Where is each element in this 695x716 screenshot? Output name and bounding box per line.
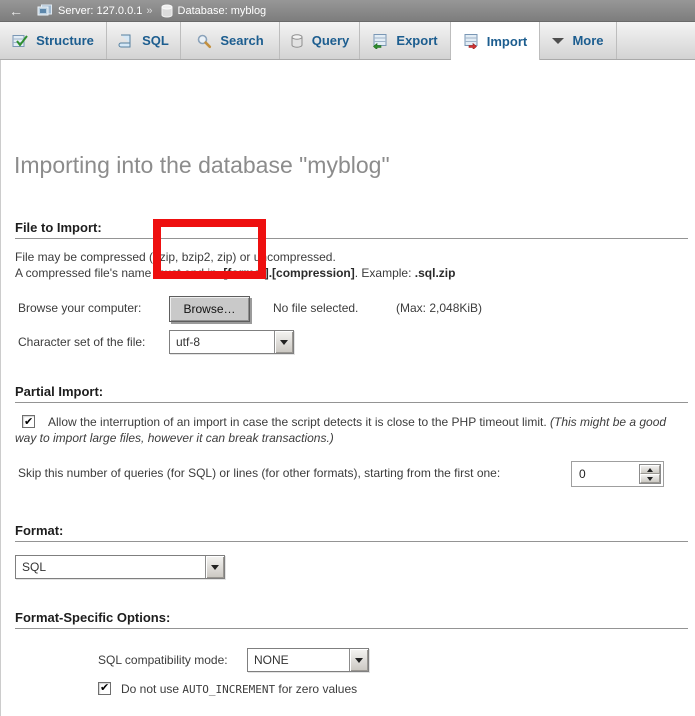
tab-more-label: More bbox=[572, 33, 603, 48]
line2-mid: . Example: bbox=[355, 266, 415, 280]
charset-select[interactable]: utf-8 bbox=[169, 330, 294, 354]
spinner-up-icon bbox=[647, 468, 653, 472]
sql-compat-dropdown-button[interactable] bbox=[349, 649, 368, 671]
zero-values-row: Do not use AUTO_INCREMENT for zero value… bbox=[98, 682, 357, 696]
server-icon bbox=[37, 4, 53, 18]
back-arrow-icon[interactable]: ← bbox=[9, 4, 33, 18]
allow-interrupt-text: Allow the interruption of an import in c… bbox=[48, 415, 550, 429]
dropdown-arrow-icon bbox=[211, 565, 219, 570]
query-icon bbox=[290, 33, 304, 49]
breadcrumb: ← Server: 127.0.0.1 » Database: myblog bbox=[0, 0, 695, 22]
skip-queries-input[interactable]: 0 bbox=[571, 461, 664, 487]
database-icon bbox=[161, 4, 173, 18]
section-heading-file-to-import: File to Import: bbox=[15, 220, 688, 239]
breadcrumb-server-label: Server: 127.0.0.1 bbox=[58, 5, 142, 17]
allow-interrupt-checkbox[interactable] bbox=[22, 415, 35, 428]
zero-values-checkbox[interactable] bbox=[98, 682, 111, 695]
search-icon bbox=[196, 33, 212, 49]
tab-search[interactable]: Search bbox=[181, 22, 280, 59]
sql-icon bbox=[118, 33, 134, 49]
tab-sql[interactable]: SQL bbox=[107, 22, 181, 59]
browse-computer-label: Browse your computer: bbox=[18, 301, 141, 315]
phpmyadmin-import-page: ← Server: 127.0.0.1 » Database: myblog bbox=[0, 0, 695, 716]
format-selected-value: SQL bbox=[16, 556, 205, 578]
breadcrumb-server[interactable]: Server: 127.0.0.1 bbox=[37, 4, 142, 18]
format-dropdown-button[interactable] bbox=[205, 556, 224, 578]
spinner-down-icon bbox=[647, 477, 653, 481]
breadcrumb-database[interactable]: Database: myblog bbox=[161, 4, 267, 18]
skip-queries-label: Skip this number of queries (for SQL) or… bbox=[18, 466, 500, 480]
number-spinner bbox=[639, 464, 661, 484]
line2-format-pattern: .[format].[compression] bbox=[220, 266, 355, 280]
tab-sql-label: SQL bbox=[142, 33, 169, 48]
breadcrumb-separator: » bbox=[146, 5, 152, 17]
zero-values-prefix: Do not use bbox=[121, 682, 182, 696]
tab-structure-label: Structure bbox=[36, 33, 94, 48]
line2-example: .sql.zip bbox=[415, 266, 456, 280]
tab-structure[interactable]: Structure bbox=[0, 22, 107, 59]
no-file-selected-text: No file selected. bbox=[273, 301, 358, 315]
tab-export[interactable]: Export bbox=[360, 22, 451, 59]
allow-interrupt-row: Allow the interruption of an import in c… bbox=[15, 414, 683, 446]
tab-search-label: Search bbox=[220, 33, 263, 48]
section-heading-partial-import: Partial Import: bbox=[15, 384, 688, 403]
chevron-down-icon bbox=[552, 38, 564, 44]
compression-info-line1: File may be compressed (gzip, bzip2, zip… bbox=[15, 250, 336, 264]
page-title: Importing into the database "myblog" bbox=[14, 152, 390, 179]
charset-dropdown-button[interactable] bbox=[274, 331, 293, 353]
browse-button[interactable]: Browse… bbox=[169, 296, 250, 322]
spinner-down-button[interactable] bbox=[640, 474, 660, 483]
sql-compat-label: SQL compatibility mode: bbox=[98, 653, 228, 667]
import-content: Importing into the database "myblog" Fil… bbox=[0, 60, 695, 716]
dropdown-arrow-icon bbox=[355, 658, 363, 663]
breadcrumb-database-label: Database: myblog bbox=[178, 5, 267, 17]
export-icon bbox=[372, 33, 388, 49]
spinner-up-button[interactable] bbox=[640, 465, 660, 474]
compression-info-line2: A compressed file's name must end in .[f… bbox=[15, 266, 455, 280]
tab-export-label: Export bbox=[396, 33, 437, 48]
tab-import-label: Import bbox=[487, 34, 527, 49]
auto-increment-code: AUTO_INCREMENT bbox=[182, 683, 275, 696]
max-upload-size: (Max: 2,048KiB) bbox=[396, 301, 482, 315]
tab-query-label: Query bbox=[312, 33, 350, 48]
structure-icon bbox=[12, 33, 28, 49]
charset-label: Character set of the file: bbox=[18, 335, 145, 349]
format-select[interactable]: SQL bbox=[15, 555, 225, 579]
section-heading-format-specific: Format-Specific Options: bbox=[15, 610, 688, 629]
import-icon bbox=[463, 33, 479, 49]
tab-bar: Structure SQL Search Query bbox=[0, 22, 695, 60]
charset-selected-value: utf-8 bbox=[170, 331, 274, 353]
tab-import[interactable]: Import bbox=[451, 22, 540, 60]
tab-more[interactable]: More bbox=[540, 22, 617, 59]
zero-values-suffix: for zero values bbox=[275, 682, 357, 696]
sql-compat-selected-value: NONE bbox=[248, 649, 349, 671]
sql-compat-select[interactable]: NONE bbox=[247, 648, 369, 672]
dropdown-arrow-icon bbox=[280, 340, 288, 345]
section-heading-format: Format: bbox=[15, 523, 688, 542]
line2-prefix: A compressed file's name must end in bbox=[15, 266, 220, 280]
skip-queries-value: 0 bbox=[574, 464, 639, 484]
tab-query[interactable]: Query bbox=[280, 22, 360, 59]
